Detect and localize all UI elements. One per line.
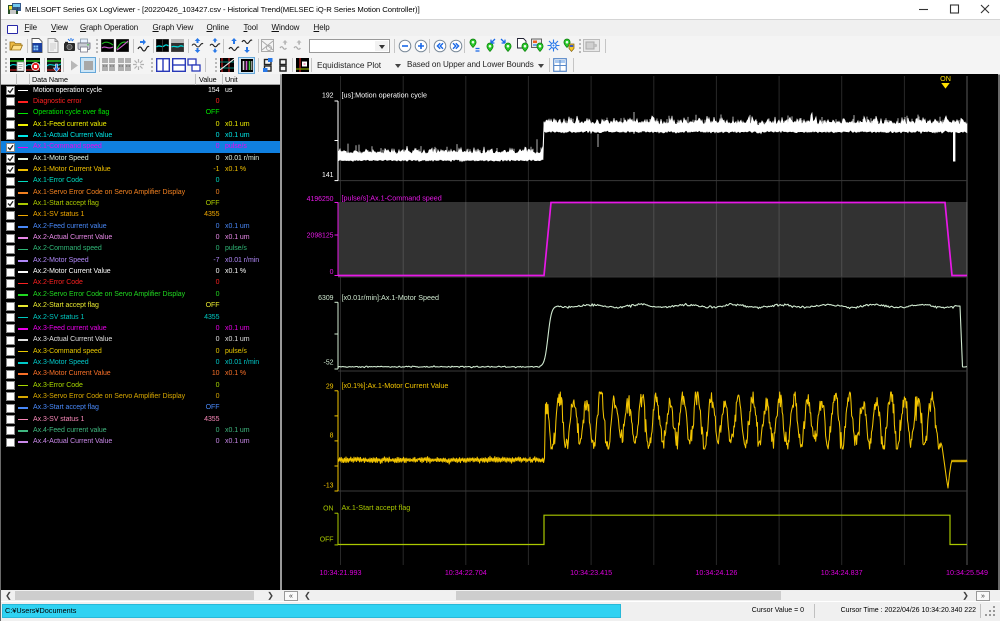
svg-text:Ax.1-Start accept flag: Ax.1-Start accept flag — [342, 503, 411, 512]
svg-text:ON: ON — [940, 74, 951, 83]
svg-text:2098125: 2098125 — [307, 233, 334, 240]
svg-text:10:34:25.549: 10:34:25.549 — [946, 568, 988, 577]
svg-text:8: 8 — [330, 433, 334, 440]
svg-text:[x0.01r/min]:Ax.1-Motor Speed: [x0.01r/min]:Ax.1-Motor Speed — [342, 293, 439, 302]
svg-text:4196250: 4196250 — [307, 196, 334, 203]
svg-text:10:34:22.704: 10:34:22.704 — [445, 568, 487, 577]
svg-text:10:34:24.837: 10:34:24.837 — [821, 568, 863, 577]
svg-text:192: 192 — [322, 93, 334, 100]
svg-text:10:34:23.415: 10:34:23.415 — [570, 568, 612, 577]
svg-text:OFF: OFF — [320, 536, 334, 543]
svg-text:-13: -13 — [324, 483, 334, 490]
svg-text:6309: 6309 — [318, 295, 333, 302]
svg-text:ON: ON — [323, 505, 333, 512]
svg-text:[x0.1%]:Ax.1-Motor Current Val: [x0.1%]:Ax.1-Motor Current Value — [342, 381, 449, 390]
svg-text:0: 0 — [330, 269, 334, 276]
svg-text:141: 141 — [322, 172, 334, 179]
svg-text:[us]:Motion operation cycle: [us]:Motion operation cycle — [342, 91, 428, 100]
svg-text:29: 29 — [326, 383, 334, 390]
svg-text:[pulse/s]:Ax.1-Command speed: [pulse/s]:Ax.1-Command speed — [342, 193, 442, 202]
svg-text:10:34:24.126: 10:34:24.126 — [695, 568, 737, 577]
svg-text:10:34:21.993: 10:34:21.993 — [320, 568, 362, 577]
svg-text:-52: -52 — [324, 359, 334, 366]
